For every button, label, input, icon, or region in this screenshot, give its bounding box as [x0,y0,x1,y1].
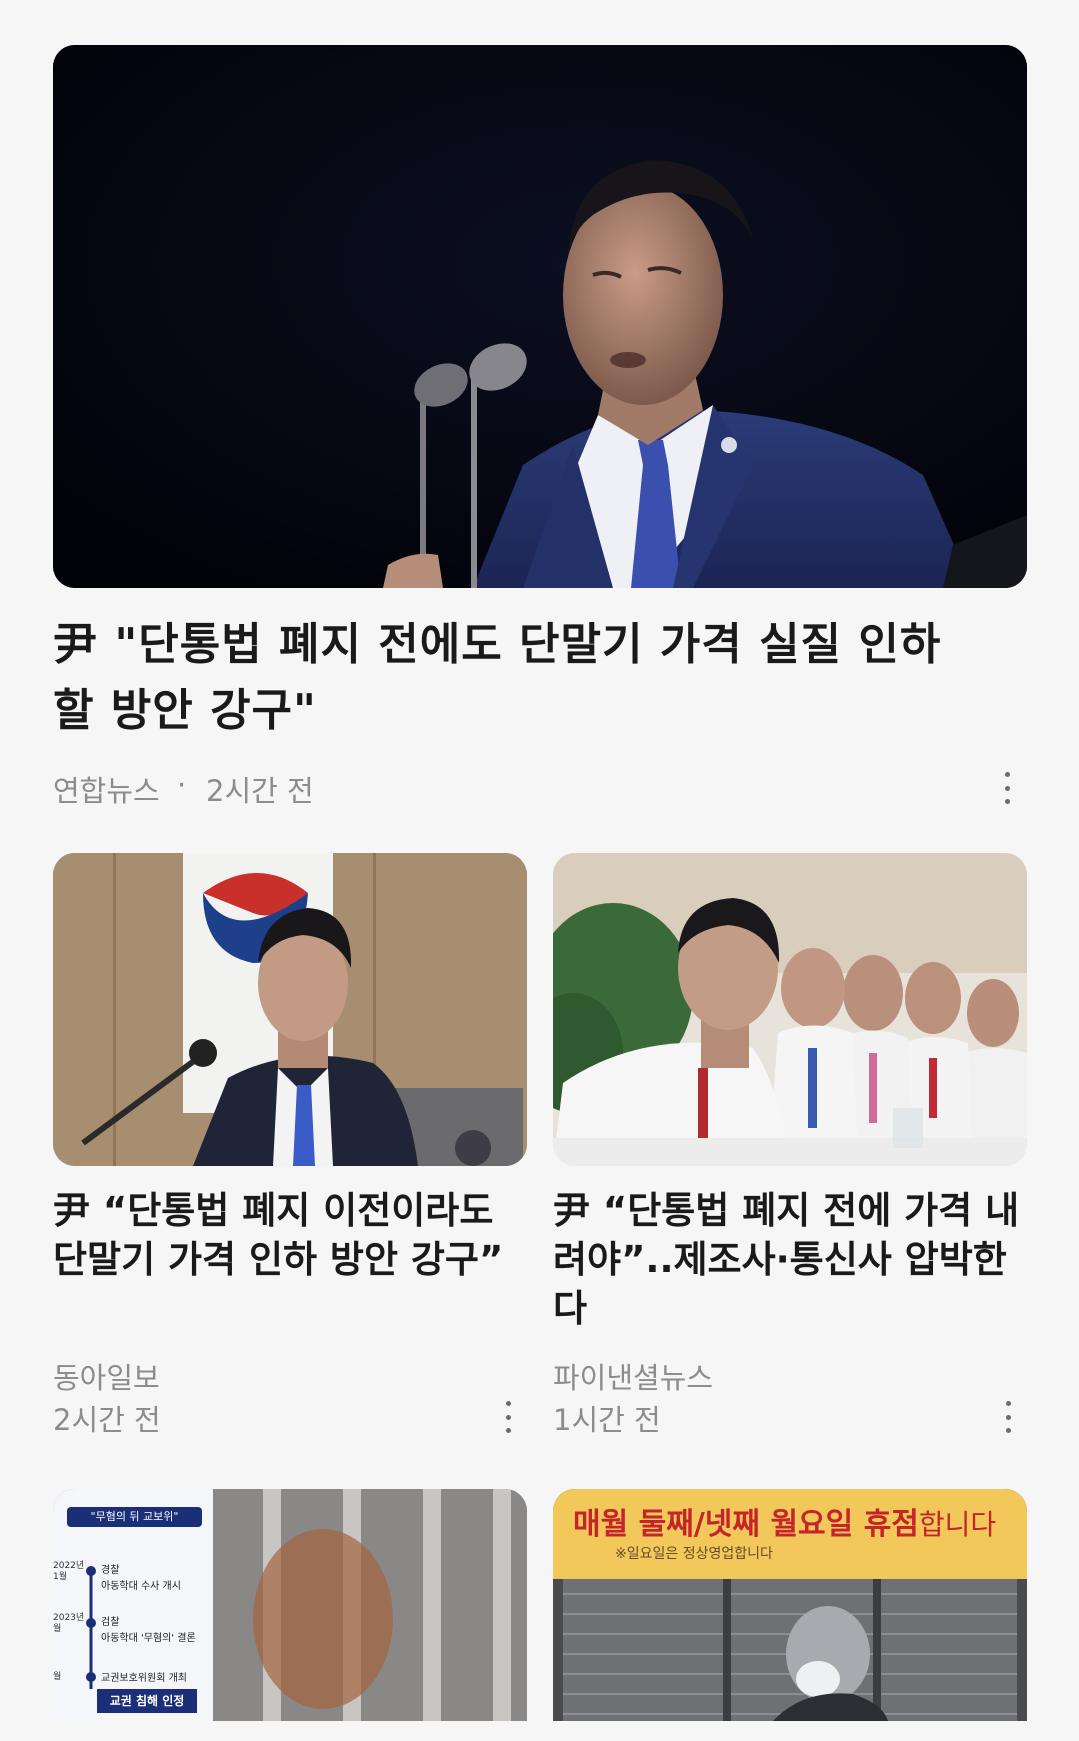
article-image[interactable] [553,853,1027,1166]
article-image[interactable]: "무혐의 뒤 교보위" 2022년 1월 경찰 아동학대 수사 개시 2023년… [53,1489,527,1721]
meeting-table-photo [553,853,1027,1166]
hero-article-time: 2시간 전 [206,774,314,808]
graphic-header: "무혐의 뒤 교보위" [90,1510,179,1523]
meta-separator: · [177,768,187,802]
article-time: 1시간 전 [553,1403,661,1437]
timeline-title: 경찰 [101,1565,120,1576]
more-options-icon[interactable] [998,1401,1018,1433]
article-headline[interactable]: 尹 “단통법 폐지 이전이라도 단말기 가격 인하 방안 강구” [53,1186,533,1284]
timeline-date: 2022년 1월 [53,1561,85,1582]
news-feed: 尹 "단통법 폐지 전에도 단말기 가격 실질 인하할 방안 강구" 연합뉴스 … [0,0,1079,1741]
article-image[interactable] [53,853,527,1166]
more-options-icon[interactable] [498,1401,518,1433]
article-source: 파이낸셜뉴스 [553,1361,714,1395]
timeline-desc: 아동학대 '무혐의' 결론 [101,1633,196,1644]
article-time: 2시간 전 [53,1403,161,1437]
timeline-date: 2023년 월 [53,1613,85,1634]
hero-article-image[interactable] [53,45,1027,588]
hero-article-headline[interactable]: 尹 "단통법 폐지 전에도 단말기 가격 실질 인하할 방안 강구" [53,612,953,744]
president-speaking-photo [53,45,1027,588]
store-sign-sub: ※일요일은 정상영업합니다 [615,1546,773,1562]
article-image[interactable]: 매월 둘째/넷째 월요일 휴점합니다 ※일요일은 정상영업합니다 [553,1489,1027,1721]
more-options-icon[interactable] [997,772,1017,804]
article-headline[interactable]: 尹 “단통법 폐지 전에 가격 내려야”..제조사·통신사 압박한다 [553,1186,1033,1333]
timeline-date: 월 [53,1672,62,1682]
store-sign-text: 매월 둘째/넷째 월요일 휴점 [573,1507,919,1542]
timeline-title: 검찰 [101,1617,120,1628]
cabinet-meeting-photo [53,853,527,1166]
graphic-badge: 교권 침해 인정 [109,1694,185,1708]
store-sign-suffix: 합니다 [918,1508,997,1541]
article-source: 동아일보 [53,1361,160,1395]
hero-article-source: 연합뉴스 [53,774,160,808]
timeline-desc: 아동학대 수사 개시 [101,1581,181,1592]
timeline-desc: 교권보호위원회 개최 [101,1673,187,1684]
store-sign-main: 매월 둘째/넷째 월요일 휴점합니다 [573,1499,996,1543]
